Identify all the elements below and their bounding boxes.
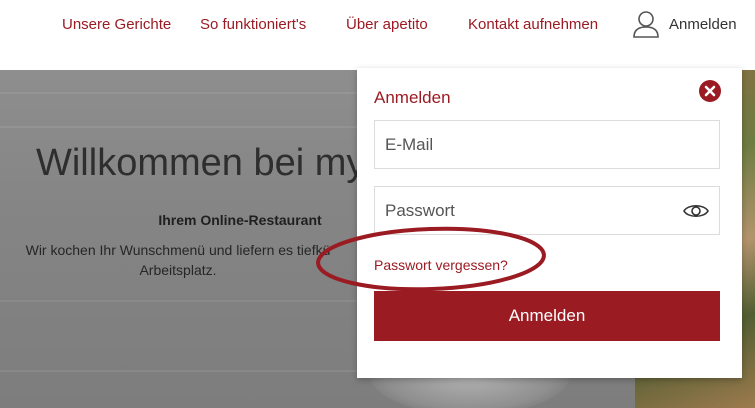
top-navigation: Unsere Gerichte So funktioniert's Über a… (0, 0, 755, 62)
email-field[interactable] (375, 121, 719, 168)
close-icon[interactable] (699, 80, 721, 102)
login-title: Anmelden (374, 88, 451, 107)
dropdown-arrow (635, 56, 659, 68)
password-field[interactable] (375, 187, 719, 234)
eye-icon[interactable] (683, 202, 709, 220)
password-field-container (374, 186, 720, 235)
nav-link-kontakt-aufnehmen[interactable]: Kontakt aufnehmen (468, 16, 598, 33)
nav-link-ueber-apetito[interactable]: Über apetito (346, 16, 428, 33)
login-submit-button[interactable]: Anmelden (374, 291, 720, 341)
nav-login-link[interactable]: Anmelden (669, 16, 737, 33)
forgot-password-link[interactable]: Passwort vergessen? (374, 257, 508, 273)
email-field-container (374, 120, 720, 169)
hero-text: Wir kochen Ihr Wunschmenü und liefern es… (25, 242, 331, 278)
hero-title: Willkommen bei myl (36, 142, 374, 184)
user-icon[interactable] (631, 9, 661, 39)
hero-subtitle: Ihrem Online-Restaurant (158, 212, 322, 228)
login-dropdown: Anmelden Passwort vergessen? Anmelden (357, 68, 742, 378)
nav-link-so-funktionierts[interactable]: So funktioniert's (200, 16, 306, 33)
nav-link-unsere-gerichte[interactable]: Unsere Gerichte (62, 16, 171, 33)
